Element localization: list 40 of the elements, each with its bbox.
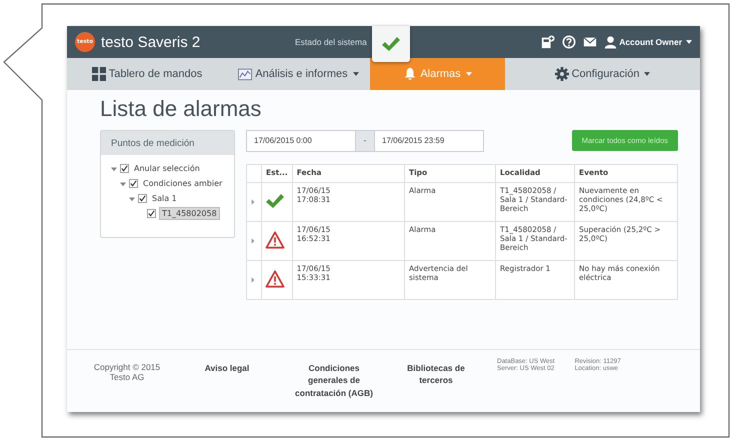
nav-tab[interactable]: Tablero de mandos [67,58,227,90]
caret-icon[interactable] [111,166,117,172]
checkbox[interactable] [147,209,156,218]
user-icon [604,35,618,49]
caret-icon[interactable] [129,196,135,202]
checkbox[interactable] [129,179,138,188]
warning-icon [265,231,285,249]
status-label: Estado del sistema [295,37,368,47]
check-icon [381,35,401,53]
tree-item[interactable]: T1_45802058 [159,207,220,220]
checkbox[interactable] [120,164,129,173]
tree-item[interactable]: Condiciones ambier [141,178,224,189]
copyright-text: Copyright © 2015 Testo AG [92,362,162,382]
expand-icon[interactable] [251,198,255,204]
account-menu[interactable]: Account Owner [604,35,692,49]
app-title: testo Saveris 2 [101,34,200,50]
panel-title: Puntos de medición [101,131,234,155]
tree-item[interactable]: Sala 1 [150,193,179,204]
checkbox[interactable] [138,194,147,203]
footer-link[interactable]: Aviso legal [187,362,267,374]
help-icon[interactable] [562,35,576,49]
page-title: Lista de alarmas [100,96,262,122]
footer-link[interactable]: Condiciones generales de contratación (AGB) [289,362,379,399]
settings-icon [554,67,569,81]
nav-tab[interactable]: Configuración [505,58,700,90]
mail-icon[interactable] [583,35,598,49]
footer-link[interactable]: Bibliotecas de terceros [397,362,475,387]
expand-icon[interactable] [251,276,255,282]
warning-icon [265,270,285,288]
nav-tab[interactable]: Análisis e informes [227,58,370,90]
expand-icon[interactable] [251,238,255,244]
caret-icon[interactable] [120,180,126,186]
check-icon [265,192,285,210]
chart-icon [238,67,252,81]
tree-item[interactable]: Anular selección [132,163,202,174]
bell-icon [403,67,418,81]
caret-icon [686,40,692,44]
grid-icon [92,67,106,81]
system-status[interactable] [372,26,410,62]
device-add-icon[interactable] [541,35,556,49]
